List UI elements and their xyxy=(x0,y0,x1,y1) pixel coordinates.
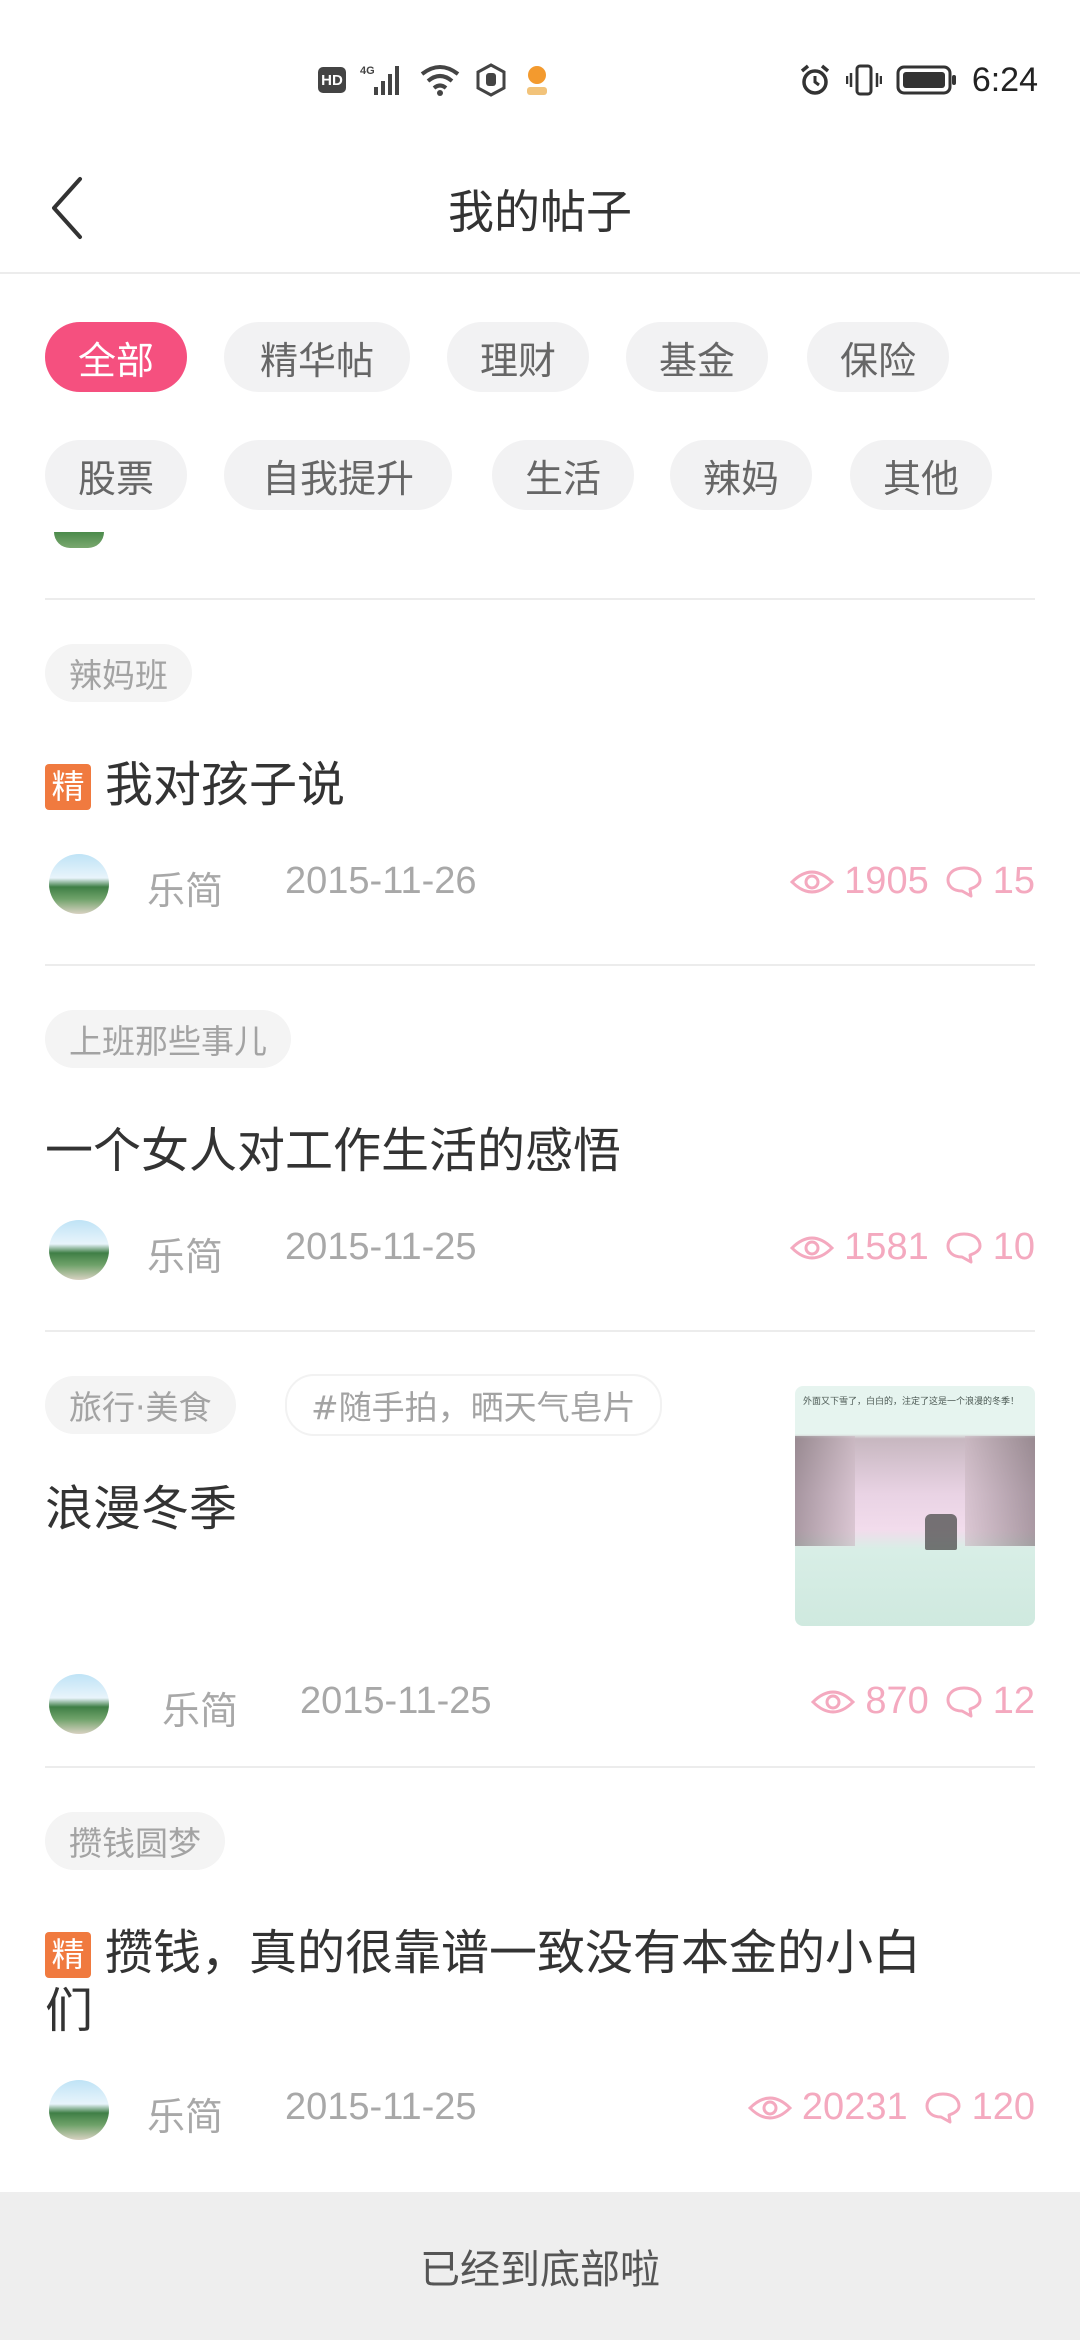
post-category-tag[interactable]: 旅行·美食 xyxy=(45,1376,236,1434)
filter-chip-life[interactable]: 生活 xyxy=(492,440,634,510)
filter-chip-finance[interactable]: 理财 xyxy=(447,322,589,392)
filter-chip-insurance[interactable]: 保险 xyxy=(807,322,949,392)
filter-chip-stocks[interactable]: 股票 xyxy=(45,440,187,510)
post-meta: 乐简 2015-11-25 20231 120 xyxy=(45,2080,1035,2140)
divider xyxy=(45,598,1035,600)
author-name: 乐简 xyxy=(147,869,224,913)
post-title-text: 我对孩子说 xyxy=(105,757,346,813)
status-right: 6:24 xyxy=(798,58,1038,102)
post-category-tag[interactable]: 辣妈班 xyxy=(45,644,192,702)
post-item[interactable]: 攒钱圆梦 精攒钱，真的很靠谱一致没有本金的小白们 乐简 2015-11-25 2… xyxy=(45,1812,1035,2192)
post-meta: 乐简 2015-11-25 870 12 xyxy=(45,1674,1035,1734)
filter-chip-hot-mom[interactable]: 辣妈 xyxy=(670,440,812,510)
thumbnail-figures xyxy=(925,1514,957,1550)
page-title: 我的帖子 xyxy=(448,185,632,239)
filter-chip-all[interactable]: 全部 xyxy=(45,322,187,392)
author-name: 乐简 xyxy=(147,2095,224,2139)
comment-icon xyxy=(946,1686,982,1717)
post-stats: 1581 10 xyxy=(790,1226,1035,1269)
thumbnail-text: 外面又下雪了，白白的，注定了这是一个浪漫的冬季！ xyxy=(803,1397,1020,1407)
avatar xyxy=(54,532,104,548)
app-notification-icon xyxy=(527,66,547,95)
author-name: 乐简 xyxy=(162,1689,239,1733)
status-time: 6:24 xyxy=(971,60,1038,99)
svg-text:4G: 4G xyxy=(360,65,375,77)
filter-chip-other[interactable]: 其他 xyxy=(850,440,992,510)
comment-icon xyxy=(925,2092,961,2123)
post-title-text-continued: 们 xyxy=(45,1983,94,2039)
post-date: 2015-11-25 xyxy=(285,2086,477,2128)
post-title[interactable]: 浪漫冬季 xyxy=(45,1480,237,1538)
eye-icon xyxy=(747,2096,792,2119)
wifi-icon xyxy=(420,65,460,96)
vibrate-icon xyxy=(845,64,882,96)
post-item[interactable]: 辣妈班 精我对孩子说 乐简 2015-11-26 1905 15 xyxy=(45,644,1035,964)
post-item[interactable]: 旅行·美食 #随手拍，晒天气皂片 浪漫冬季 外面又下雪了，白白的，注定了这是一个… xyxy=(45,1374,1035,1766)
post-item[interactable]: 上班那些事儿 一个女人对工作生活的感悟 乐简 2015-11-25 1581 1… xyxy=(45,1010,1035,1330)
comment-icon xyxy=(946,866,982,897)
view-count: 1905 xyxy=(844,860,929,902)
post-stats: 1905 15 xyxy=(790,860,1035,903)
divider xyxy=(45,964,1035,966)
divider xyxy=(45,1330,1035,1332)
hd-icon: HD xyxy=(318,67,346,93)
nav-bar: 我的帖子 xyxy=(0,150,1080,274)
comment-icon xyxy=(946,1232,982,1263)
view-count: 870 xyxy=(865,1680,929,1722)
post-category-tag[interactable]: 上班那些事儿 xyxy=(45,1010,291,1068)
featured-badge: 精 xyxy=(45,1932,91,1978)
eye-icon xyxy=(790,870,835,893)
hand-icon xyxy=(476,63,506,97)
status-left-icons: HD 4G xyxy=(318,60,552,100)
post-title-text: 攒钱，真的很靠谱一致没有本金的小白 xyxy=(105,1925,922,1981)
comment-count: 10 xyxy=(992,1226,1035,1268)
post-title[interactable]: 精攒钱，真的很靠谱一致没有本金的小白们 xyxy=(45,1924,921,2040)
view-count: 20231 xyxy=(801,2086,908,2128)
post-title[interactable]: 精我对孩子说 xyxy=(45,756,345,814)
post-date: 2015-11-26 xyxy=(285,860,477,902)
filter-chip-featured[interactable]: 精华帖 xyxy=(224,322,410,392)
post-date: 2015-11-25 xyxy=(300,1680,492,1722)
post-stats: 20231 120 xyxy=(747,2086,1035,2129)
comment-count: 12 xyxy=(992,1680,1035,1722)
post-meta: 乐简 2015-11-26 1905 15 xyxy=(45,854,1035,914)
comment-count: 120 xyxy=(971,2086,1035,2128)
divider xyxy=(45,1766,1035,1768)
eye-icon xyxy=(790,1236,835,1259)
eye-icon xyxy=(811,1690,856,1713)
post-category-tag[interactable]: 攒钱圆梦 xyxy=(45,1812,225,1870)
view-count: 1581 xyxy=(844,1226,929,1268)
alarm-icon xyxy=(800,64,829,95)
filter-chip-self-improvement[interactable]: 自我提升 xyxy=(224,440,452,510)
avatar[interactable] xyxy=(49,2080,109,2140)
battery-icon xyxy=(896,65,956,95)
avatar[interactable] xyxy=(49,1674,109,1734)
post-meta: 乐简 2015-11-25 1581 10 xyxy=(45,1220,1035,1280)
filter-chip-fund[interactable]: 基金 xyxy=(626,322,768,392)
post-title[interactable]: 一个女人对工作生活的感悟 xyxy=(45,1122,621,1180)
avatar[interactable] xyxy=(49,854,109,914)
avatar[interactable] xyxy=(49,1220,109,1280)
status-bar: HD 4G 6:24 xyxy=(0,0,1080,150)
post-thumbnail[interactable]: 外面又下雪了，白白的，注定了这是一个浪漫的冬季！ xyxy=(795,1386,1035,1626)
author-name: 乐简 xyxy=(147,1235,224,1279)
post-date: 2015-11-25 xyxy=(285,1226,477,1268)
end-of-list-footer: 已经到底部啦 xyxy=(0,2192,1080,2340)
featured-badge: 精 xyxy=(45,764,91,810)
post-topic-tag[interactable]: #随手拍，晒天气皂片 xyxy=(285,1374,662,1436)
comment-count: 15 xyxy=(992,860,1035,902)
post-stats: 870 12 xyxy=(811,1680,1035,1723)
4g-signal-icon: 4G xyxy=(360,65,399,95)
